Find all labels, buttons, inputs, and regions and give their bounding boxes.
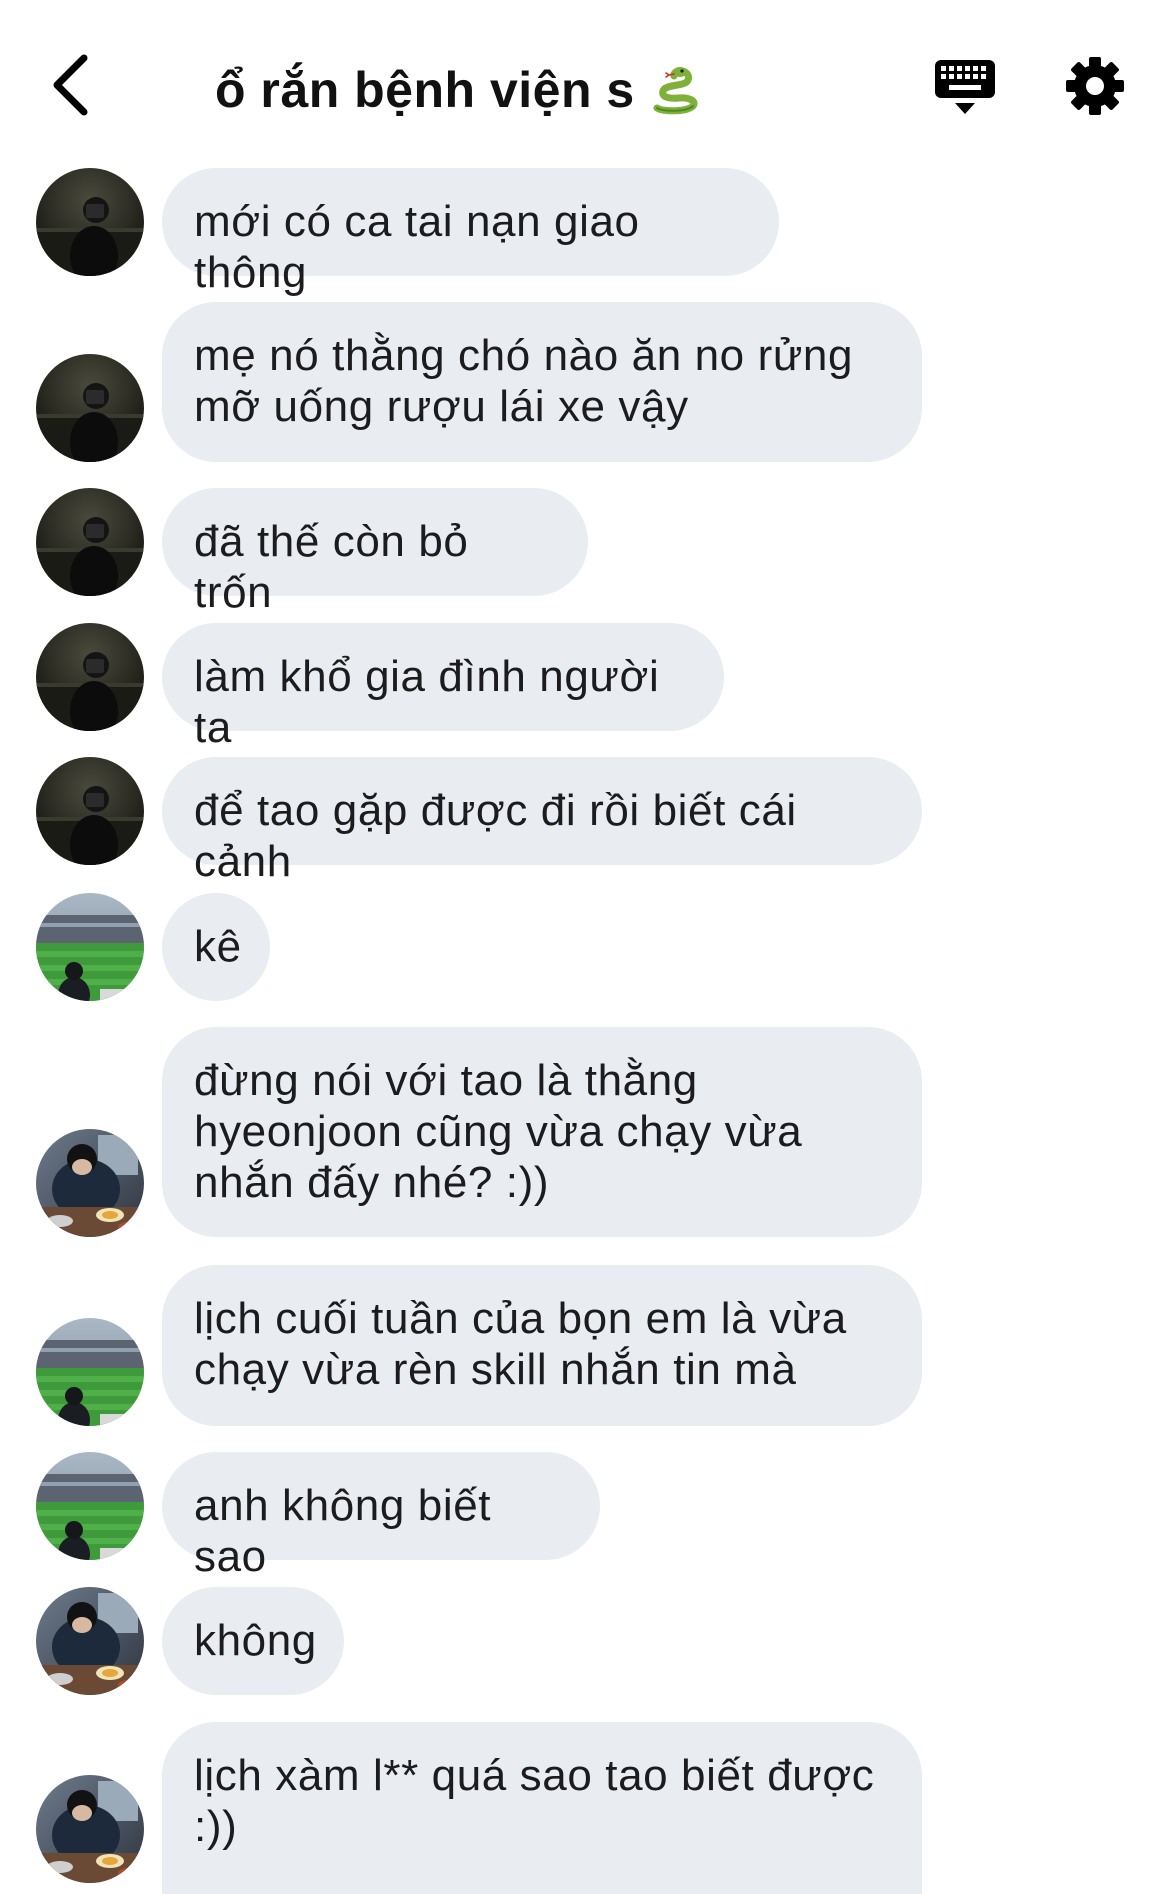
message-text: anh không biết sao: [194, 1481, 492, 1581]
message-row: mẹ nó thằng chó nào ăn no rửng mỡ uống r…: [0, 302, 1170, 462]
message-bubble[interactable]: đừng nói với tao là thằng hyeonjoon cũng…: [162, 1027, 922, 1237]
message-bubble[interactable]: kê: [162, 893, 270, 1001]
message-text: mẹ nó thằng chó nào ăn no rửng mỡ uống r…: [194, 331, 854, 431]
message-text: mới có ca tai nạn giao thông: [194, 197, 640, 297]
message-bubble[interactable]: mới có ca tai nạn giao thông: [162, 168, 779, 297]
message-row: làm khổ gia đình người ta: [0, 623, 1170, 752]
message-row: đã thế còn bỏ trốn: [0, 488, 1170, 617]
gear-icon: [1066, 56, 1124, 115]
message-bubble[interactable]: mẹ nó thằng chó nào ăn no rửng mỡ uống r…: [162, 302, 922, 462]
message-text: lịch cuối tuần của bọn em là vừa chạy vừ…: [194, 1294, 847, 1394]
message-bubble[interactable]: không: [162, 1587, 344, 1695]
chevron-left-icon: [53, 54, 88, 116]
message-text: không: [194, 1616, 317, 1665]
night-selfie-avatar[interactable]: [36, 488, 144, 596]
message-row: anh không biết sao: [0, 1452, 1170, 1581]
night-selfie-avatar[interactable]: [36, 354, 144, 462]
night-selfie-avatar[interactable]: [36, 168, 144, 276]
message-row: không: [0, 1587, 1170, 1695]
keyboard-button[interactable]: [915, 50, 1015, 125]
message-row: kê: [0, 893, 1170, 1001]
message-bubble[interactable]: anh không biết sao: [162, 1452, 600, 1581]
dining-avatar[interactable]: [36, 1775, 144, 1883]
stadium-avatar[interactable]: [36, 1452, 144, 1560]
message-bubble[interactable]: lịch xàm l** quá sao tao biết được :)): [162, 1722, 922, 1894]
dining-avatar[interactable]: [36, 1587, 144, 1695]
stadium-avatar[interactable]: [36, 1318, 144, 1426]
message-row: để tao gặp được đi rồi biết cái cảnh: [0, 757, 1170, 886]
keyboard-icon: [935, 59, 995, 114]
chat-title: ổ rắn bệnh viện s: [215, 55, 701, 125]
message-text: để tao gặp được đi rồi biết cái cảnh: [194, 786, 797, 886]
chat-header: ổ rắn bệnh viện s: [0, 0, 1170, 160]
message-bubble[interactable]: để tao gặp được đi rồi biết cái cảnh: [162, 757, 922, 886]
message-text: kê: [194, 922, 242, 971]
message-text: làm khổ gia đình người ta: [194, 652, 660, 752]
message-text: đừng nói với tao là thằng hyeonjoon cũng…: [194, 1056, 803, 1207]
message-bubble[interactable]: lịch cuối tuần của bọn em là vừa chạy vừ…: [162, 1265, 922, 1426]
stadium-avatar[interactable]: [36, 893, 144, 1001]
back-button[interactable]: [40, 50, 100, 120]
message-row: lịch xàm l** quá sao tao biết được :)): [0, 1722, 1170, 1894]
message-row: đừng nói với tao là thằng hyeonjoon cũng…: [0, 1027, 1170, 1237]
message-text: đã thế còn bỏ trốn: [194, 517, 469, 617]
message-bubble[interactable]: đã thế còn bỏ trốn: [162, 488, 588, 617]
message-bubble[interactable]: làm khổ gia đình người ta: [162, 623, 724, 752]
night-selfie-avatar[interactable]: [36, 623, 144, 731]
message-row: lịch cuối tuần của bọn em là vừa chạy vừ…: [0, 1265, 1170, 1426]
dining-avatar[interactable]: [36, 1129, 144, 1237]
message-text: lịch xàm l** quá sao tao biết được :)): [194, 1751, 875, 1851]
settings-button[interactable]: [1060, 48, 1130, 123]
message-row: mới có ca tai nạn giao thông: [0, 168, 1170, 297]
chat-title-text: ổ rắn bệnh viện s: [215, 62, 635, 118]
night-selfie-avatar[interactable]: [36, 757, 144, 865]
snake-emoji-icon: [649, 64, 701, 116]
